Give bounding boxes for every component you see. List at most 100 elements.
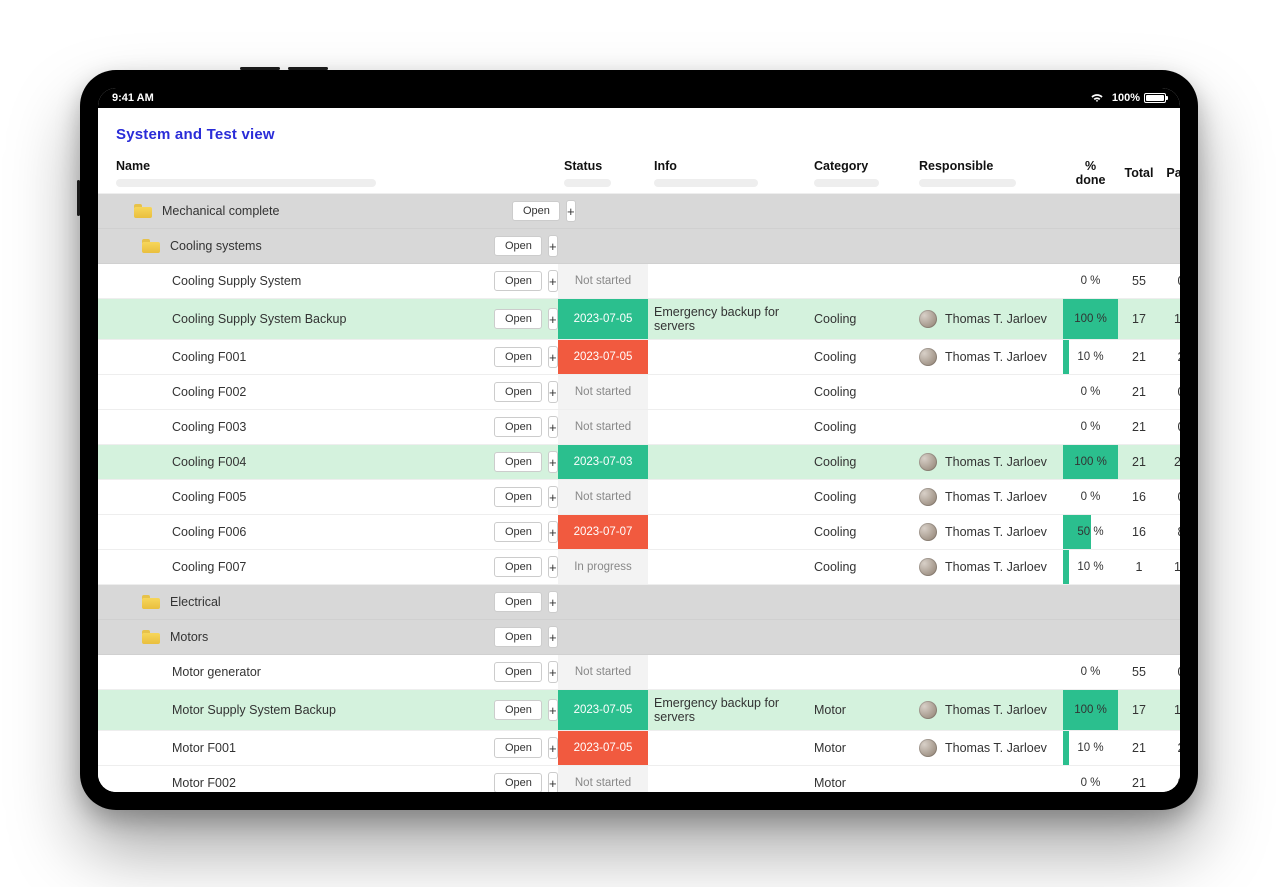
open-button[interactable]: Open xyxy=(494,592,542,612)
open-button[interactable]: Open xyxy=(494,271,542,291)
folder-row[interactable]: Cooling systems Open + xyxy=(98,229,1180,264)
status-badge: 2023-07-05 xyxy=(558,690,648,730)
table-row[interactable]: Motor F002 Open + Not started Motor 0 % … xyxy=(98,766,1180,792)
status-badge: 2023-07-05 xyxy=(558,299,648,339)
tablet-frame: 9:41 AM 100% System and Test view xyxy=(80,70,1198,810)
open-button[interactable]: Open xyxy=(494,452,542,472)
category-text: Cooling xyxy=(808,519,913,545)
info-text: Emergency backup for servers xyxy=(648,690,808,730)
add-button[interactable]: + xyxy=(548,626,558,648)
col-category: Category xyxy=(814,159,907,173)
add-button[interactable]: + xyxy=(548,772,558,792)
header-underline xyxy=(654,179,758,187)
category-text: Cooling xyxy=(808,484,913,510)
table-row[interactable]: Motor F001 Open + 2023-07-05 Motor Thoma… xyxy=(98,731,1180,766)
item-name: Motor F002 xyxy=(172,776,236,790)
table-row[interactable]: Cooling Supply System Open + Not started… xyxy=(98,264,1180,299)
folder-row[interactable]: Electrical Open + xyxy=(98,585,1180,620)
col-status: Status xyxy=(564,159,642,173)
folder-row[interactable]: Mechanical complete Open + xyxy=(98,194,1180,229)
category-text: Cooling xyxy=(808,344,913,370)
total-value: 17 xyxy=(1118,697,1160,723)
table-row[interactable]: Cooling F006 Open + 2023-07-07 Cooling T… xyxy=(98,515,1180,550)
avatar xyxy=(919,701,937,719)
category-text: Cooling xyxy=(808,414,913,440)
total-value: 21 xyxy=(1118,770,1160,792)
pass-value: 10 xyxy=(1160,554,1180,580)
page-title: System and Test view xyxy=(98,108,1180,157)
item-name: Cooling F005 xyxy=(172,490,246,504)
add-button[interactable]: + xyxy=(548,451,558,473)
table-row[interactable]: Motor generator Open + Not started 0 % 5… xyxy=(98,655,1180,690)
table-row[interactable]: Cooling F002 Open + Not started Cooling … xyxy=(98,375,1180,410)
open-button[interactable]: Open xyxy=(494,773,542,792)
table-row[interactable]: Cooling F007 Open + In progress Cooling … xyxy=(98,550,1180,585)
add-button[interactable]: + xyxy=(548,308,558,330)
item-name: Cooling Supply System Backup xyxy=(172,312,346,326)
pass-value: 0 xyxy=(1160,484,1180,510)
open-button[interactable]: Open xyxy=(494,557,542,577)
open-button[interactable]: Open xyxy=(494,487,542,507)
add-button[interactable]: + xyxy=(548,661,558,683)
info-text: Emergency backup for servers xyxy=(648,299,808,339)
category-text: Motor xyxy=(808,770,913,792)
pctdone-text: 100 % xyxy=(1063,445,1118,479)
status-badge: 2023-07-05 xyxy=(558,340,648,374)
add-button[interactable]: + xyxy=(548,591,558,613)
open-button[interactable]: Open xyxy=(494,738,542,758)
add-button[interactable]: + xyxy=(548,270,558,292)
col-total: Total xyxy=(1118,164,1160,186)
open-button[interactable]: Open xyxy=(494,347,542,367)
pctdone-text: 100 % xyxy=(1063,299,1118,339)
add-button[interactable]: + xyxy=(548,521,558,543)
total-value: 16 xyxy=(1118,519,1160,545)
table-row[interactable]: Cooling F003 Open + Not started Cooling … xyxy=(98,410,1180,445)
table-row[interactable]: Cooling Supply System Backup Open + 2023… xyxy=(98,299,1180,340)
status-badge: Not started xyxy=(558,375,648,409)
pass-value: 2 xyxy=(1160,344,1180,370)
pass-value: 0 xyxy=(1160,268,1180,294)
add-button[interactable]: + xyxy=(548,737,558,759)
open-button[interactable]: Open xyxy=(494,309,542,329)
add-button[interactable]: + xyxy=(548,556,558,578)
info-text xyxy=(648,386,808,398)
category-text: Cooling xyxy=(808,554,913,580)
table-row[interactable]: Cooling F001 Open + 2023-07-05 Cooling T… xyxy=(98,340,1180,375)
open-button[interactable]: Open xyxy=(494,417,542,437)
table-row[interactable]: Cooling F004 Open + 2023-07-03 Cooling T… xyxy=(98,445,1180,480)
open-button[interactable]: Open xyxy=(494,522,542,542)
open-button[interactable]: Open xyxy=(494,662,542,682)
folder-row[interactable]: Motors Open + xyxy=(98,620,1180,655)
add-button[interactable]: + xyxy=(566,200,576,222)
avatar xyxy=(919,523,937,541)
pctdone-text: 10 % xyxy=(1063,550,1118,584)
add-button[interactable]: + xyxy=(548,486,558,508)
add-button[interactable]: + xyxy=(548,416,558,438)
open-button[interactable]: Open xyxy=(494,700,542,720)
add-button[interactable]: + xyxy=(548,699,558,721)
add-button[interactable]: + xyxy=(548,381,558,403)
total-value: 21 xyxy=(1118,449,1160,475)
add-button[interactable]: + xyxy=(548,346,558,368)
item-name: Motor Supply System Backup xyxy=(172,703,336,717)
total-value: 21 xyxy=(1118,379,1160,405)
table-header: Name Status Info Categ xyxy=(98,157,1180,194)
header-underline xyxy=(919,179,1016,187)
responsible-name: Thomas T. Jarloev xyxy=(945,741,1047,755)
table-row[interactable]: Motor Supply System Backup Open + 2023-0… xyxy=(98,690,1180,731)
table-row[interactable]: Cooling F005 Open + Not started Cooling … xyxy=(98,480,1180,515)
responsible-name: Thomas T. Jarloev xyxy=(945,525,1047,539)
open-button[interactable]: Open xyxy=(494,382,542,402)
info-text xyxy=(648,777,808,789)
status-badge: Not started xyxy=(558,410,648,444)
open-button[interactable]: Open xyxy=(494,627,542,647)
category-text: Cooling xyxy=(808,449,913,475)
info-text xyxy=(648,456,808,468)
add-button[interactable]: + xyxy=(548,235,558,257)
open-button[interactable]: Open xyxy=(494,236,542,256)
item-name: Cooling F001 xyxy=(172,350,246,364)
item-name: Cooling F007 xyxy=(172,560,246,574)
col-info: Info xyxy=(654,159,802,173)
wifi-icon xyxy=(1090,93,1104,103)
open-button[interactable]: Open xyxy=(512,201,560,221)
